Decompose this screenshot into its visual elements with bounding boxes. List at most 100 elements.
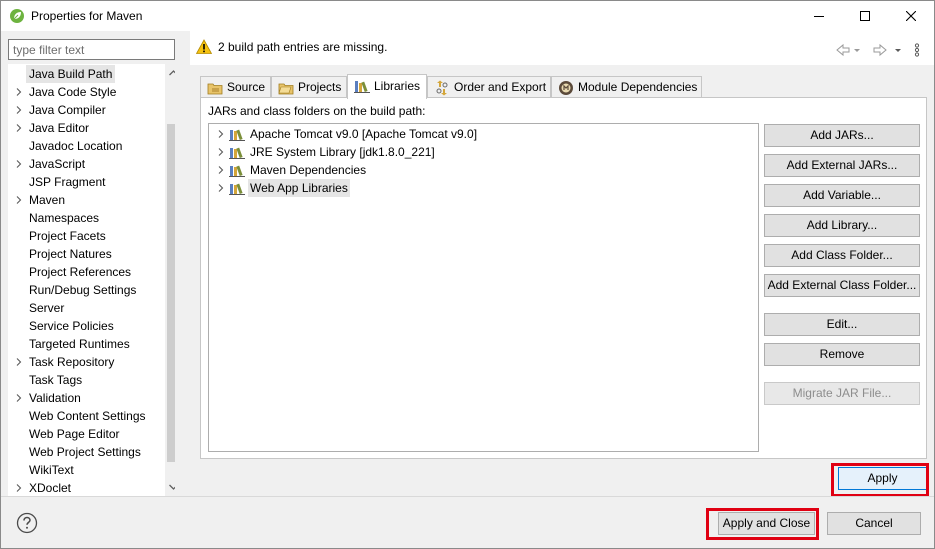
tab-libraries[interactable]: Libraries xyxy=(347,74,427,99)
nav-item-label: Web Page Editor xyxy=(29,427,120,441)
chevron-right-icon[interactable] xyxy=(14,389,24,407)
nav-item[interactable]: JavaScript xyxy=(8,155,158,173)
library-entry[interactable]: Apache Tomcat v9.0 [Apache Tomcat v9.0] xyxy=(209,125,749,143)
remove-button[interactable]: Remove xyxy=(764,343,920,366)
forward-menu-chevron-icon[interactable] xyxy=(894,42,902,58)
chevron-right-icon[interactable] xyxy=(14,191,24,209)
nav-item-label: Java Editor xyxy=(29,121,90,135)
forward-arrow-icon[interactable] xyxy=(872,42,888,58)
properties-dialog: Properties for Maven Java Build PathJava… xyxy=(0,0,935,549)
chevron-right-icon[interactable] xyxy=(14,353,24,371)
add-library-button[interactable]: Add Library... xyxy=(764,214,920,237)
nav-item[interactable]: Web Page Editor xyxy=(8,425,158,443)
property-page-tree: Java Build Path Java Code Style Java Compi… xyxy=(8,64,175,496)
migrate-jar-file-button: Migrate JAR File... xyxy=(764,382,920,405)
back-menu-chevron-icon[interactable] xyxy=(853,42,861,58)
nav-item[interactable]: Validation xyxy=(8,389,158,407)
nav-item[interactable]: Web Project Settings xyxy=(8,443,158,461)
nav-item[interactable]: WikiText xyxy=(8,461,158,479)
nav-item-label: Validation xyxy=(29,391,81,405)
close-button[interactable] xyxy=(888,1,934,31)
nav-item-label: XDoclet xyxy=(29,481,72,495)
library-icon xyxy=(229,129,245,141)
chevron-right-icon[interactable] xyxy=(14,101,24,119)
apply-and-close-button[interactable]: Apply and Close xyxy=(718,512,815,535)
nav-item[interactable]: Java Code Style xyxy=(8,83,158,101)
nav-item[interactable]: Run/Debug Settings xyxy=(8,281,158,299)
chevron-right-icon[interactable] xyxy=(217,183,225,193)
nav-item[interactable]: Server xyxy=(8,299,158,317)
help-icon[interactable] xyxy=(16,512,38,534)
chevron-right-icon[interactable] xyxy=(217,165,225,175)
tab-order-and-export[interactable]: Order and Export xyxy=(427,76,551,98)
nav-item[interactable]: Java Build Path xyxy=(8,65,158,83)
add-variable-button[interactable]: Add Variable... xyxy=(764,184,920,207)
nav-item[interactable]: JSP Fragment xyxy=(8,173,158,191)
library-icon xyxy=(229,147,245,159)
nav-item[interactable]: Service Policies xyxy=(8,317,158,335)
tab-source[interactable]: Source xyxy=(200,76,271,98)
nav-item-label: Task Tags xyxy=(29,373,83,387)
minimize-button[interactable] xyxy=(796,1,842,31)
maximize-icon xyxy=(860,11,870,21)
nav-item[interactable]: Project Facets xyxy=(8,227,158,245)
nav-item[interactable]: Namespaces xyxy=(8,209,158,227)
nav-item-label: Java Compiler xyxy=(29,103,106,117)
scroll-down-icon[interactable] xyxy=(168,482,175,492)
nav-item[interactable]: Task Tags xyxy=(8,371,158,389)
nav-item[interactable]: Java Editor xyxy=(8,119,158,137)
nav-item-label: Project Facets xyxy=(29,229,106,243)
tab-label: Module Dependencies xyxy=(578,80,698,94)
nav-item-label: Service Policies xyxy=(29,319,114,333)
nav-item[interactable]: XDoclet xyxy=(8,479,158,496)
nav-item[interactable]: Web Content Settings xyxy=(8,407,158,425)
tab-label: Projects xyxy=(298,80,342,94)
tab-projects[interactable]: Projects xyxy=(271,76,347,98)
add-external-jars-button[interactable]: Add External JARs... xyxy=(764,154,920,177)
warning-icon xyxy=(196,39,212,54)
add-jars-button[interactable]: Add JARs... xyxy=(764,124,920,147)
back-arrow-icon[interactable] xyxy=(835,42,851,58)
nav-item-label: Project Natures xyxy=(29,247,112,261)
nav-item-label: Maven xyxy=(29,193,66,207)
library-tree[interactable]: Apache Tomcat v9.0 [Apache Tomcat v9.0] J… xyxy=(208,123,759,452)
nav-item[interactable]: Maven xyxy=(8,191,158,209)
nav-item-label: Namespaces xyxy=(29,211,100,225)
edit-button[interactable]: Edit... xyxy=(764,313,920,336)
tab-module-dependencies[interactable]: Module Dependencies xyxy=(551,76,702,98)
scrollbar-thumb[interactable] xyxy=(167,124,175,462)
tree-scrollbar[interactable] xyxy=(165,64,175,496)
nav-item[interactable]: Project References xyxy=(8,263,158,281)
nav-item-label: Web Project Settings xyxy=(29,445,141,459)
libraries-icon xyxy=(354,81,370,93)
maximize-button[interactable] xyxy=(842,1,888,31)
chevron-right-icon[interactable] xyxy=(217,129,225,139)
nav-item-label: Javadoc Location xyxy=(29,139,123,153)
tab-label: Order and Export xyxy=(454,80,547,94)
tab-label: Source xyxy=(227,80,266,94)
library-entry[interactable]: Maven Dependencies xyxy=(209,161,749,179)
cancel-button[interactable]: Cancel xyxy=(827,512,921,535)
chevron-right-icon[interactable] xyxy=(14,119,24,137)
add-class-folder-button[interactable]: Add Class Folder... xyxy=(764,244,920,267)
apply-button[interactable]: Apply xyxy=(838,467,927,490)
library-entry[interactable]: JRE System Library [jdk1.8.0_221] xyxy=(209,143,749,161)
nav-item-label: Run/Debug Settings xyxy=(29,283,137,297)
chevron-right-icon[interactable] xyxy=(14,479,24,496)
view-menu-icon[interactable] xyxy=(913,42,921,58)
filter-input[interactable] xyxy=(8,39,175,60)
nav-item[interactable]: Javadoc Location xyxy=(8,137,158,155)
scroll-up-icon[interactable] xyxy=(168,68,175,78)
nav-item[interactable]: Project Natures xyxy=(8,245,158,263)
nav-item[interactable]: Java Compiler xyxy=(8,101,158,119)
library-entry[interactable]: Web App Libraries xyxy=(209,179,749,197)
library-entry-label: JRE System Library [jdk1.8.0_221] xyxy=(250,145,435,159)
nav-item[interactable]: Targeted Runtimes xyxy=(8,335,158,353)
nav-item-label: Web Content Settings xyxy=(29,409,146,423)
chevron-right-icon[interactable] xyxy=(217,147,225,157)
add-external-class-folder-button[interactable]: Add External Class Folder... xyxy=(764,274,920,297)
nav-item-label: Targeted Runtimes xyxy=(29,337,130,351)
nav-item[interactable]: Task Repository xyxy=(8,353,158,371)
chevron-right-icon[interactable] xyxy=(14,155,24,173)
chevron-right-icon[interactable] xyxy=(14,83,24,101)
